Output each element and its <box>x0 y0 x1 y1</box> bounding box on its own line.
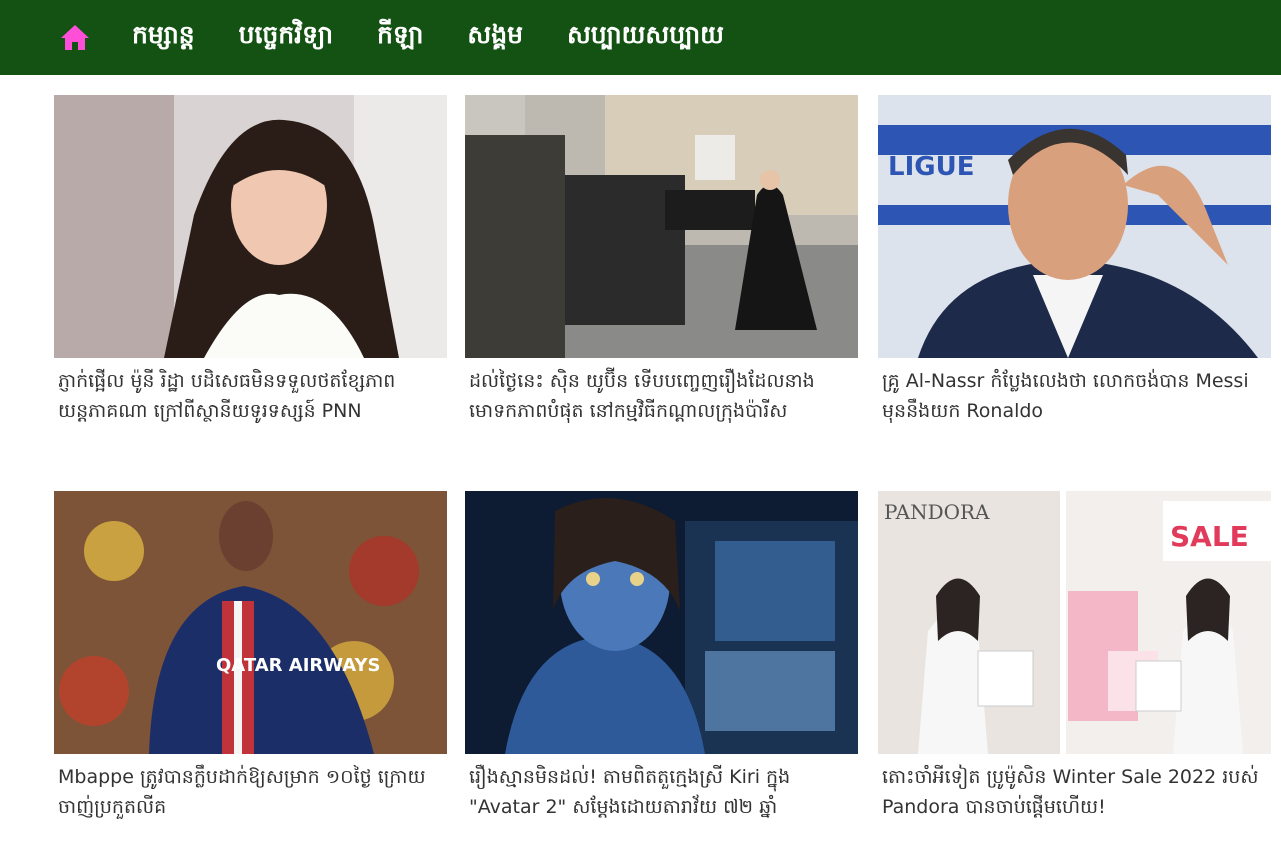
article-image[interactable]: LIGUE <box>878 95 1271 358</box>
nav-item-sports[interactable]: កីឡា <box>377 20 423 56</box>
nav-item-fun[interactable]: សប្បាយសប្បាយ <box>567 20 724 56</box>
article-image[interactable] <box>465 95 858 358</box>
svg-text:QATAR AIRWAYS: QATAR AIRWAYS <box>216 655 381 676</box>
home-icon <box>61 25 89 50</box>
article-image[interactable]: SALE PANDORA <box>878 491 1271 754</box>
article-card[interactable]: ភ្ញាក់ផ្អើល ម៉ូនី រិដ្ឋា បដិសេធមិនទទួលថត… <box>54 95 447 426</box>
top-navbar: កម្សាន្ត បច្ចេកវិទ្យា កីឡា សង្គម សប្បាយស… <box>0 0 1281 75</box>
article-card[interactable]: SALE PANDORA តោះចាំអីទៀត ប្រូម៉ូសិន Wint… <box>878 491 1271 822</box>
article-card[interactable]: QATAR AIRWAYS Mbappe ត្រូវបានក្លឹបដាក់ឱ្… <box>54 491 447 822</box>
article-card[interactable]: ដល់ថ្ងៃនេះ ស៊ិន យូប៊ីន ទើបបញ្ចេញរឿងដែលនា… <box>465 95 858 426</box>
home-button[interactable] <box>58 20 92 54</box>
article-card[interactable]: LIGUE គ្រូ Al-Nassr កំប្លែងលេងថា លោកចង់ប… <box>878 95 1271 426</box>
svg-text:LIGUE: LIGUE <box>888 152 974 182</box>
article-image[interactable]: QATAR AIRWAYS <box>54 491 447 754</box>
svg-text:SALE: SALE <box>1170 520 1249 553</box>
nav-item-entertainment[interactable]: កម្សាន្ត <box>132 20 195 56</box>
nav-item-society[interactable]: សង្គម <box>467 20 523 56</box>
article-title[interactable]: រឿងស្មានមិនដល់! តាមពិតតួក្មេងស្រី Kiri ក… <box>465 762 858 822</box>
article-title[interactable]: ភ្ញាក់ផ្អើល ម៉ូនី រិដ្ឋា បដិសេធមិនទទួលថត… <box>54 366 447 426</box>
svg-text:PANDORA: PANDORA <box>884 500 990 524</box>
article-image[interactable] <box>465 491 858 754</box>
article-title[interactable]: គ្រូ Al-Nassr កំប្លែងលេងថា លោកចង់បាន Mes… <box>878 366 1271 426</box>
article-title[interactable]: ដល់ថ្ងៃនេះ ស៊ិន យូប៊ីន ទើបបញ្ចេញរឿងដែលនា… <box>465 366 858 426</box>
article-title[interactable]: Mbappe ត្រូវបានក្លឹបដាក់ឱ្យសម្រាក ១០ថ្ងៃ… <box>54 762 447 822</box>
article-image[interactable] <box>54 95 447 358</box>
article-card[interactable]: រឿងស្មានមិនដល់! តាមពិតតួក្មេងស្រី Kiri ក… <box>465 491 858 822</box>
nav-item-technology[interactable]: បច្ចេកវិទ្យា <box>239 20 333 56</box>
article-title[interactable]: តោះចាំអីទៀត ប្រូម៉ូសិន Winter Sale 2022 … <box>878 762 1271 822</box>
nav-menu: កម្សាន្ត បច្ចេកវិទ្យា កីឡា សង្គម សប្បាយស… <box>132 0 768 75</box>
